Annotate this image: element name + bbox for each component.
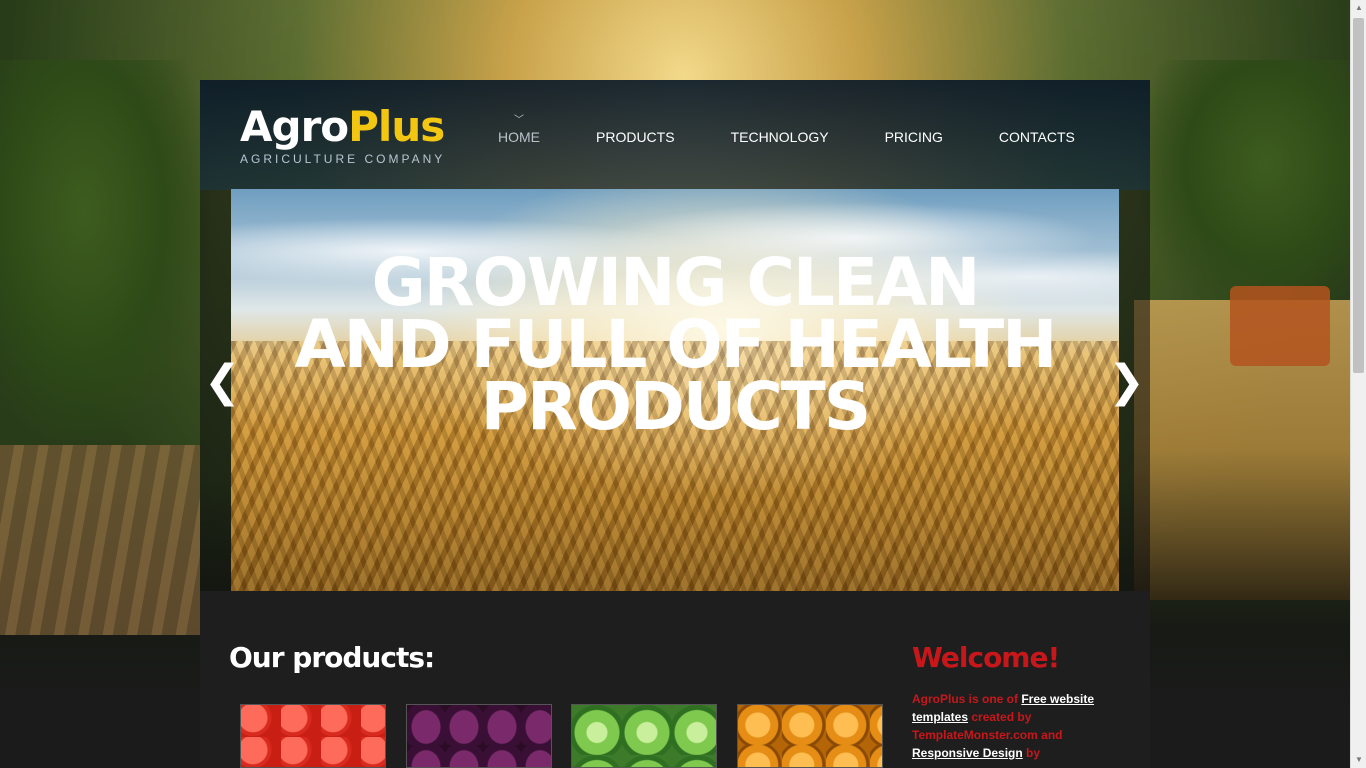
nav-item-label: PRODUCTS bbox=[596, 129, 675, 145]
background-tractor bbox=[1230, 286, 1330, 366]
product-thumb-eggplants[interactable] bbox=[405, 704, 552, 768]
nav-item-pricing[interactable]: PRICING bbox=[885, 128, 943, 148]
page-container: AgroPlus AGRICULTURE COMPANY ﹀ HOME PROD… bbox=[200, 80, 1150, 768]
logo-plus: Plus bbox=[348, 102, 445, 151]
background-left-trees bbox=[0, 60, 210, 440]
site-header: AgroPlus AGRICULTURE COMPANY ﹀ HOME PROD… bbox=[200, 80, 1150, 190]
chevron-right-icon: ❯ bbox=[1108, 356, 1145, 407]
welcome-text: AgroPlus is one of Free website template… bbox=[912, 690, 1112, 762]
nav-item-label: HOME bbox=[498, 129, 540, 145]
scroll-down-icon[interactable]: ▼ bbox=[1351, 752, 1366, 768]
product-thumb-tomatoes[interactable] bbox=[240, 704, 386, 768]
welcome-text-3: by bbox=[1022, 746, 1041, 760]
product-thumb-cabbage[interactable] bbox=[571, 704, 717, 768]
logo-agro: Agro bbox=[240, 102, 349, 151]
responsive-design-link[interactable]: Responsive Design bbox=[912, 746, 1023, 760]
slider-next-button[interactable]: ❯ bbox=[1108, 360, 1145, 404]
vertical-scrollbar[interactable]: ▲ ▼ bbox=[1350, 0, 1366, 768]
logo[interactable]: AgroPlus AGRICULTURE COMPANY bbox=[240, 104, 446, 167]
chevron-left-icon: ❮ bbox=[204, 356, 241, 407]
welcome-text-1: AgroPlus is one of bbox=[912, 692, 1022, 706]
logo-wordmark: AgroPlus bbox=[240, 104, 445, 150]
slide-title: GROWING CLEAN AND FULL OF HEALTH PRODUCT… bbox=[294, 244, 1058, 445]
products-heading: Our products: bbox=[229, 641, 435, 674]
nav-item-home[interactable]: ﹀ HOME bbox=[498, 115, 540, 148]
welcome-heading: Welcome! bbox=[912, 641, 1060, 674]
background-right-trees bbox=[1140, 60, 1350, 320]
welcome-block: Welcome! AgroPlus is one of Free website… bbox=[912, 641, 1112, 762]
nav-item-label: TECHNOLOGY bbox=[730, 129, 829, 145]
product-thumb-oranges[interactable] bbox=[736, 704, 883, 768]
slider-prev-button[interactable]: ❮ bbox=[204, 360, 241, 404]
nav-item-label: PRICING bbox=[884, 129, 943, 145]
nav-item-contacts[interactable]: CONTACTS bbox=[999, 128, 1075, 148]
chevron-down-icon: ﹀ bbox=[514, 115, 524, 126]
nav-item-label: CONTACTS bbox=[998, 129, 1075, 145]
scroll-up-icon[interactable]: ▲ bbox=[1351, 0, 1366, 16]
main-nav: ﹀ HOME PRODUCTS TECHNOLOGY PRICING CONTA… bbox=[498, 115, 1131, 148]
scrollbar-thumb[interactable] bbox=[1353, 18, 1364, 373]
main-content: Our products: Welcome! AgroPlus is one o… bbox=[200, 591, 1150, 768]
hero-slider: GROWING CLEAN AND FULL OF HEALTH PRODUCT… bbox=[200, 189, 1150, 591]
logo-tagline: AGRICULTURE COMPANY bbox=[240, 152, 446, 166]
product-thumbnails bbox=[240, 704, 902, 768]
nav-item-products[interactable]: PRODUCTS bbox=[596, 128, 675, 148]
background-hay-bale bbox=[0, 445, 200, 635]
nav-item-technology[interactable]: TECHNOLOGY bbox=[731, 128, 829, 148]
